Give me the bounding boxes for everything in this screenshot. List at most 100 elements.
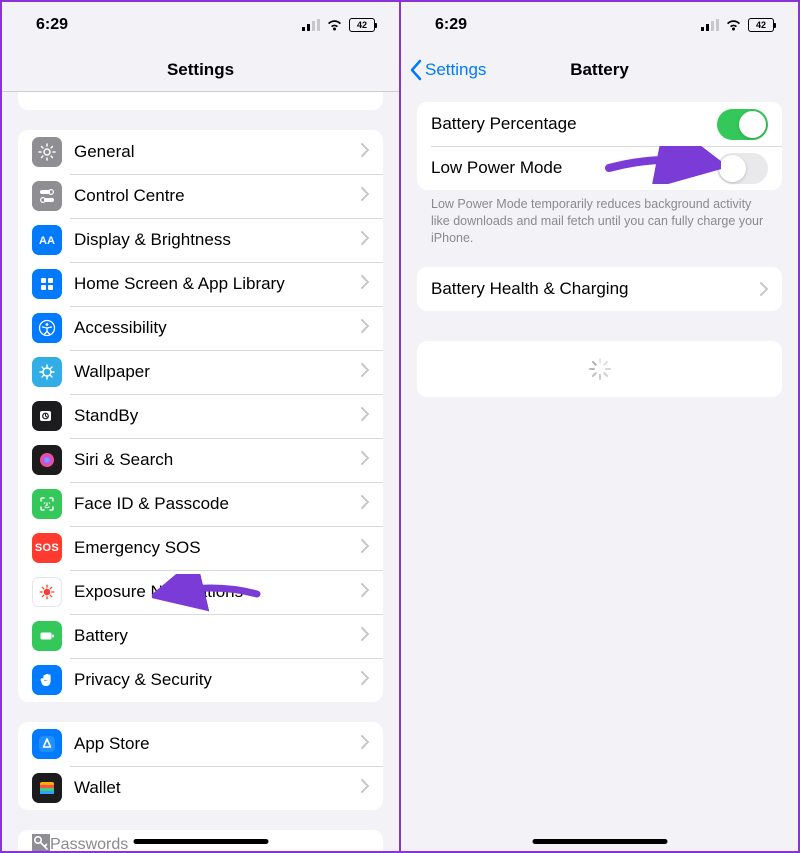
battery-toggles-group: Battery Percentage Low Power Mode [417, 102, 782, 190]
settings-row-standby[interactable]: StandBy [18, 394, 383, 438]
settings-row-siri-search[interactable]: Siri & Search [18, 438, 383, 482]
settings-row-control-centre[interactable]: Control Centre [18, 174, 383, 218]
row-label: General [74, 142, 361, 162]
wallet-icon [32, 773, 62, 803]
wifi-icon [326, 19, 343, 31]
chevron-right-icon [760, 282, 768, 296]
low-power-mode-row: Low Power Mode [417, 146, 782, 190]
chevron-right-icon [361, 671, 369, 690]
settings-row-accessibility[interactable]: Accessibility [18, 306, 383, 350]
row-label: StandBy [74, 406, 361, 426]
battery-level-icon: 42 [349, 18, 375, 32]
chevron-right-icon [361, 187, 369, 206]
siri-icon [32, 445, 62, 475]
chevron-right-icon [361, 143, 369, 162]
accessibility-icon [32, 313, 62, 343]
battery-icon [32, 621, 62, 651]
chevron-right-icon [361, 319, 369, 338]
settings-screen: 6:29 42 Settings General Control Centre AA… [0, 0, 401, 853]
settings-row-general[interactable]: General [18, 130, 383, 174]
standby-icon [32, 401, 62, 431]
chevron-right-icon [361, 363, 369, 382]
status-indicators: 42 [701, 18, 774, 32]
cellular-icon [302, 19, 320, 31]
battery-health-group: Battery Health & Charging [417, 267, 782, 311]
battery-health-row[interactable]: Battery Health & Charging [417, 267, 782, 311]
status-time: 6:29 [36, 16, 68, 34]
settings-row-wallpaper[interactable]: Wallpaper [18, 350, 383, 394]
settings-group-general: General Control Centre AA Display & Brightn… [18, 130, 383, 702]
exposure-icon [32, 577, 62, 607]
low-power-mode-caption: Low Power Mode temporarily reduces backg… [417, 190, 782, 247]
cellular-icon [701, 19, 719, 31]
row-label: App Store [74, 734, 361, 754]
status-time: 6:29 [435, 16, 467, 34]
chevron-right-icon [361, 451, 369, 470]
battery-level-icon: 42 [748, 18, 774, 32]
prev-section-peek [18, 92, 383, 110]
settings-row-exposure-notifications[interactable]: Exposure Notifications [18, 570, 383, 614]
row-label: Control Centre [74, 186, 361, 206]
page-title: Settings [167, 60, 234, 80]
row-label: Battery [74, 626, 361, 646]
low-power-mode-label: Low Power Mode [431, 158, 717, 178]
toggles-icon [32, 181, 62, 211]
status-bar: 6:29 42 [2, 2, 399, 48]
chevron-right-icon [361, 275, 369, 294]
row-label: Wallpaper [74, 362, 361, 382]
page-title: Battery [570, 60, 629, 80]
passwords-label: Passwords [50, 836, 128, 851]
settings-row-home-screen-app-library[interactable]: Home Screen & App Library [18, 262, 383, 306]
settings-row-app-store[interactable]: App Store [18, 722, 383, 766]
row-label: Emergency SOS [74, 538, 361, 558]
battery-content[interactable]: Battery Percentage Low Power Mode Low Po… [401, 92, 798, 851]
nav-bar: Settings Battery [401, 48, 798, 92]
chevron-right-icon [361, 495, 369, 514]
chevron-right-icon [361, 735, 369, 754]
chevron-right-icon [361, 583, 369, 602]
appstore-icon [32, 729, 62, 759]
settings-group-store: App Store Wallet [18, 722, 383, 810]
battery-screen: 6:29 42 Settings Battery Battery Percent… [401, 0, 800, 853]
wifi-icon [725, 19, 742, 31]
row-label: Home Screen & App Library [74, 274, 361, 294]
settings-row-display-brightness[interactable]: AA Display & Brightness [18, 218, 383, 262]
row-label: Accessibility [74, 318, 361, 338]
battery-percentage-row: Battery Percentage [417, 102, 782, 146]
sos-icon: SOS [32, 533, 62, 563]
nav-bar: Settings [2, 48, 399, 92]
settings-row-face-id-passcode[interactable]: Face ID & Passcode [18, 482, 383, 526]
back-button[interactable]: Settings [409, 48, 486, 92]
settings-row-battery[interactable]: Battery [18, 614, 383, 658]
chevron-right-icon [361, 627, 369, 646]
row-label: Exposure Notifications [74, 582, 361, 602]
chevron-right-icon [361, 539, 369, 558]
home-indicator[interactable] [133, 839, 268, 844]
settings-row-emergency-sos[interactable]: SOS Emergency SOS [18, 526, 383, 570]
settings-content[interactable]: General Control Centre AA Display & Brightn… [2, 92, 399, 851]
gear-icon [32, 137, 62, 167]
home-indicator[interactable] [532, 839, 667, 844]
row-label: Face ID & Passcode [74, 494, 361, 514]
low-power-mode-toggle[interactable] [717, 153, 768, 184]
wallpaper-icon [32, 357, 62, 387]
faceid-icon [32, 489, 62, 519]
hand-icon [32, 665, 62, 695]
key-icon [32, 834, 50, 852]
loading-card [417, 341, 782, 397]
settings-row-privacy-security[interactable]: Privacy & Security [18, 658, 383, 702]
homescreen-icon [32, 269, 62, 299]
back-label: Settings [425, 60, 486, 80]
battery-percentage-toggle[interactable] [717, 109, 768, 140]
svg-text:AA: AA [39, 235, 55, 247]
row-label: Display & Brightness [74, 230, 361, 250]
row-label: Siri & Search [74, 450, 361, 470]
row-label: Privacy & Security [74, 670, 361, 690]
settings-row-wallet[interactable]: Wallet [18, 766, 383, 810]
brightness-icon: AA [32, 225, 62, 255]
status-bar: 6:29 42 [401, 2, 798, 48]
battery-health-label: Battery Health & Charging [431, 279, 760, 299]
chevron-right-icon [361, 407, 369, 426]
row-label: Wallet [74, 778, 361, 798]
chevron-right-icon [361, 231, 369, 250]
